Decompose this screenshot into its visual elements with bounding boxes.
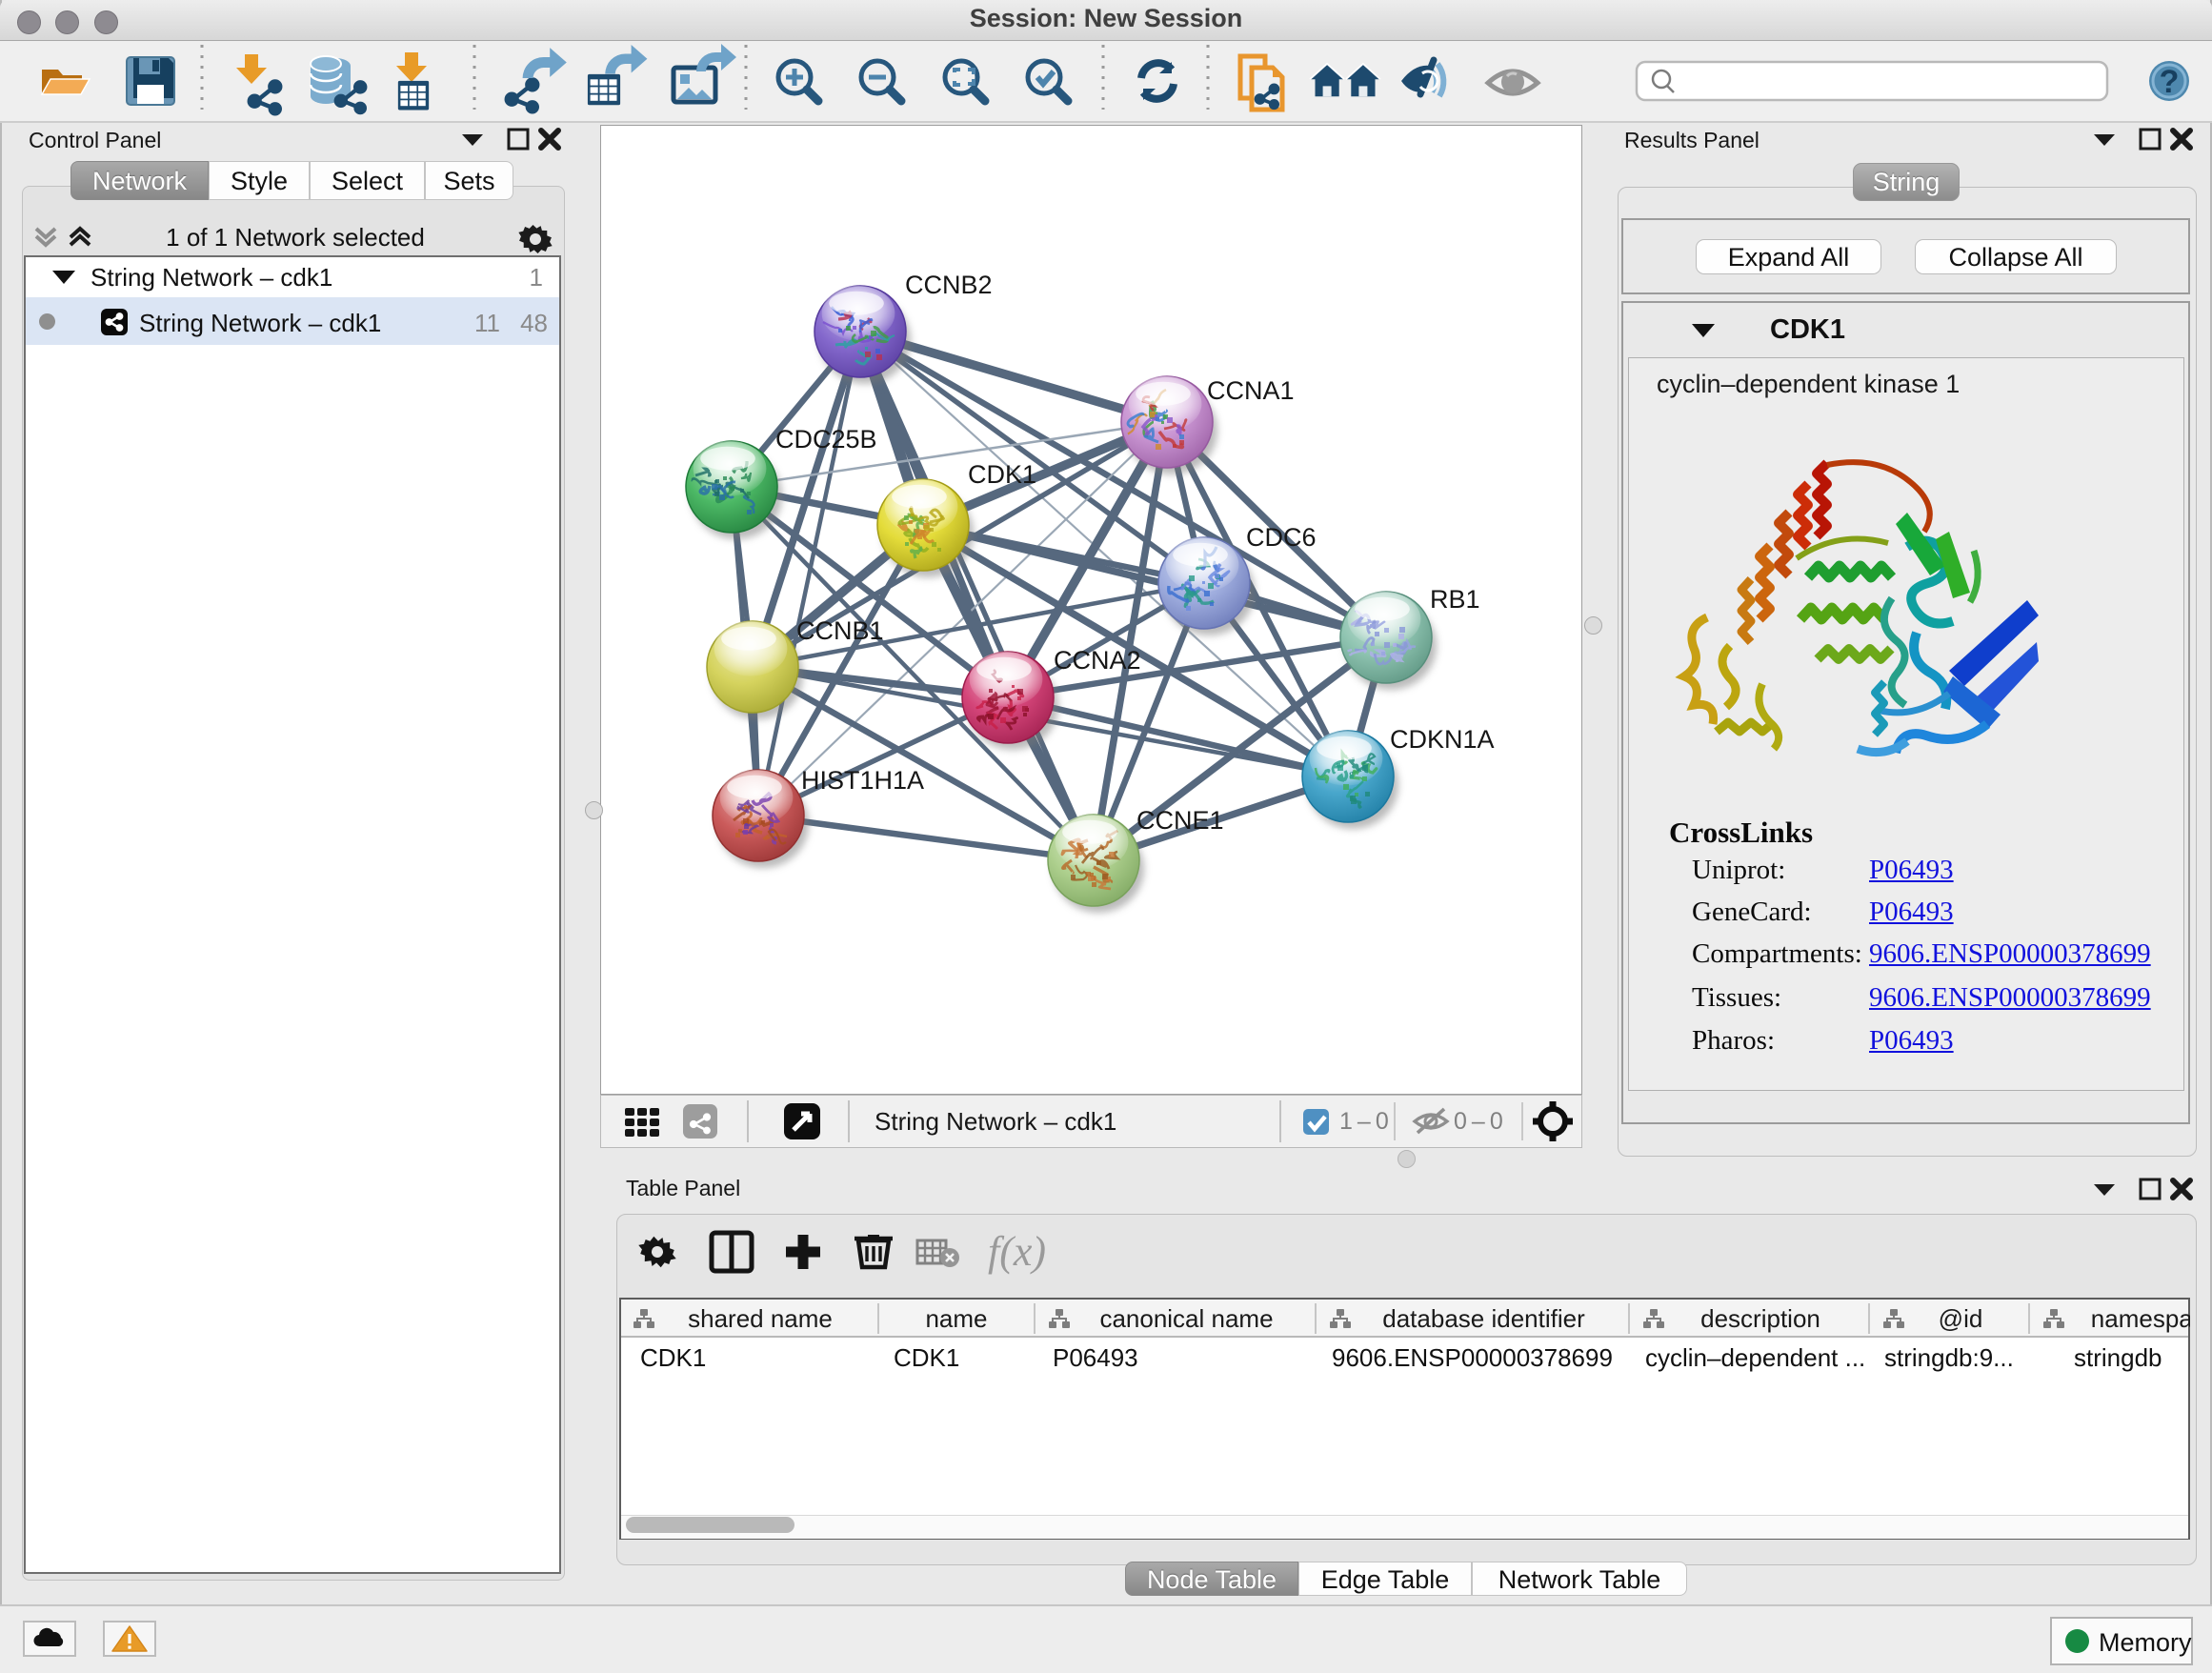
svg-text:f(x): f(x) — [988, 1228, 1046, 1275]
svg-text:shared name: shared name — [688, 1304, 833, 1333]
svg-text:String Network – cdk1: String Network – cdk1 — [875, 1107, 1116, 1136]
svg-text:@id: @id — [1939, 1304, 1983, 1333]
svg-text:CDC6: CDC6 — [1246, 523, 1317, 552]
svg-text:CCNE1: CCNE1 — [1136, 806, 1224, 835]
svg-text:CCNA1: CCNA1 — [1207, 376, 1295, 405]
svg-text:CDK1: CDK1 — [968, 460, 1036, 489]
svg-text:canonical name: canonical name — [1099, 1304, 1273, 1333]
svg-text:?: ? — [2160, 64, 2180, 100]
svg-text:CCNB1: CCNB1 — [796, 616, 884, 645]
svg-text:HIST1H1A: HIST1H1A — [801, 766, 924, 795]
svg-text:description: description — [1700, 1304, 1820, 1333]
svg-text:0 – 0: 0 – 0 — [1454, 1108, 1503, 1135]
svg-text:CCNB2: CCNB2 — [905, 271, 993, 299]
svg-text:CDKN1A: CDKN1A — [1390, 725, 1495, 754]
svg-text:CCNA2: CCNA2 — [1054, 646, 1141, 675]
svg-text:1 – 0: 1 – 0 — [1339, 1108, 1389, 1135]
svg-text:database identifier: database identifier — [1382, 1304, 1585, 1333]
svg-text:CDC25B: CDC25B — [775, 425, 877, 454]
svg-text:RB1: RB1 — [1430, 585, 1480, 614]
svg-text:name: name — [925, 1304, 987, 1333]
svg-text:namespace: namespace — [2091, 1304, 2190, 1333]
